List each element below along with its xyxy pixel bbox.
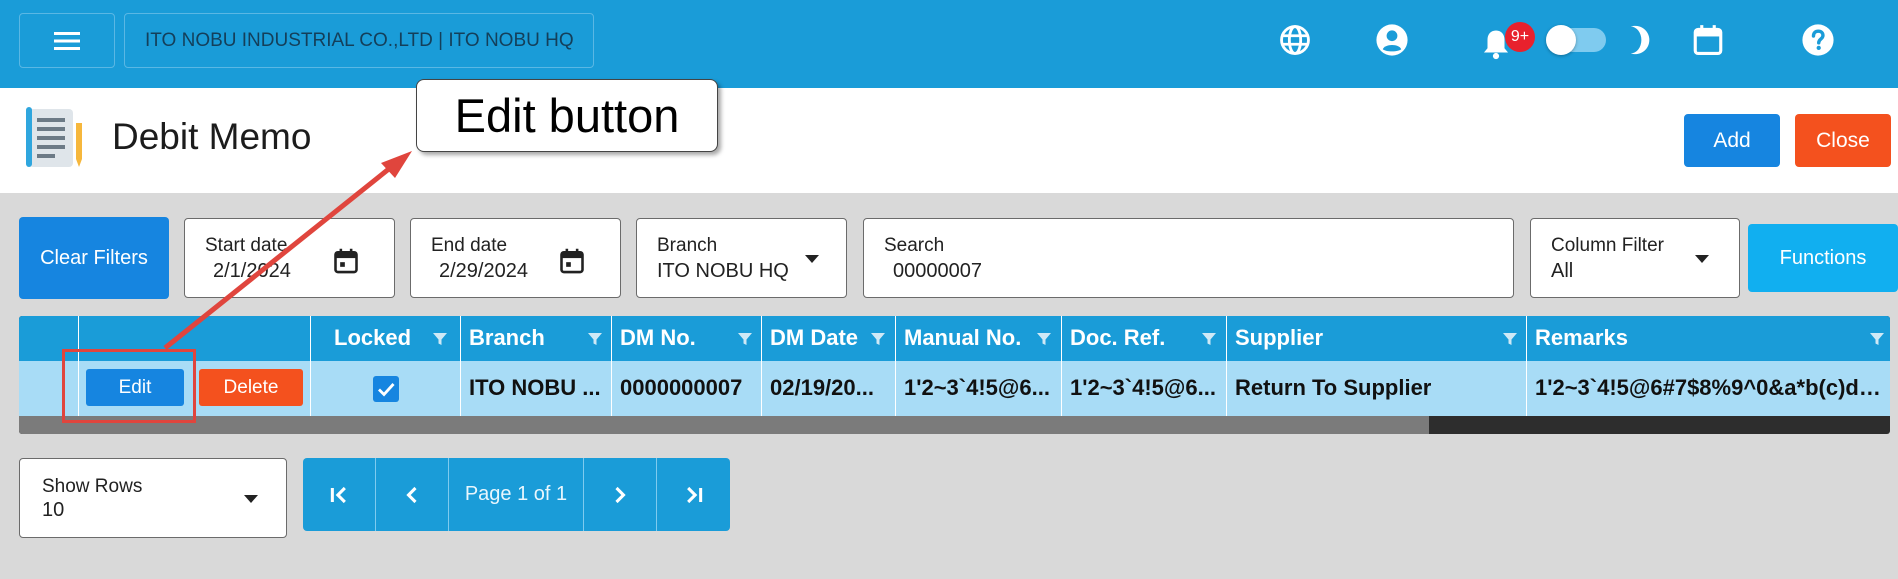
filter-icon[interactable]: [587, 331, 603, 347]
calendar-icon[interactable]: [332, 247, 360, 275]
table-header: Locked Branch DM No. DM Date Manual No. …: [19, 316, 1890, 361]
locked-checkbox[interactable]: [373, 376, 399, 402]
show-rows-value: 10: [42, 499, 65, 521]
clear-filters-button[interactable]: Clear Filters: [19, 217, 169, 299]
row-remarks-cell: 1'2~3`4!5@6#7$8%9^0&a*b(c)d_...: [1535, 375, 1887, 400]
next-page-button[interactable]: [584, 458, 657, 531]
filter-icon[interactable]: [870, 331, 886, 347]
toggle-knob: [1546, 25, 1576, 55]
close-button[interactable]: Close: [1795, 114, 1891, 167]
company-name: ITO NOBU INDUSTRIAL CO.,LTD | ITO NOBU H…: [145, 29, 574, 51]
help-icon: [1802, 24, 1834, 56]
show-rows-label: Show Rows: [42, 476, 143, 497]
theme-toggle[interactable]: [1546, 25, 1606, 55]
page-indicator: Page 1 of 1: [449, 458, 584, 531]
globe-icon: [1280, 25, 1310, 55]
last-page-button[interactable]: [657, 458, 730, 531]
edit-button[interactable]: Edit: [86, 369, 184, 406]
first-page-button[interactable]: [303, 458, 376, 531]
filter-icon[interactable]: [1201, 331, 1217, 347]
branch-label: Branch: [657, 235, 718, 256]
debit-memo-table: Locked Branch DM No. DM Date Manual No. …: [19, 316, 1890, 434]
chevron-down-icon: [805, 255, 819, 263]
row-dm-date-cell: 02/19/20...: [762, 361, 896, 416]
company-branch-display[interactable]: ITO NOBU INDUSTRIAL CO.,LTD | ITO NOBU H…: [124, 13, 594, 68]
account-button[interactable]: [1372, 20, 1412, 60]
filter-icon[interactable]: [1869, 331, 1885, 347]
row-branch-cell: ITO NOBU ...: [461, 361, 612, 416]
callout-label: Edit button: [416, 79, 718, 152]
filter-icon[interactable]: [1502, 331, 1518, 347]
end-date-field[interactable]: End date 2/29/2024: [410, 218, 621, 298]
page-label: Page 1 of 1: [464, 483, 568, 505]
calendar-icon: [1693, 25, 1723, 56]
last-page-icon: [686, 486, 702, 503]
header-cell-remarks[interactable]: Remarks: [1527, 316, 1890, 361]
header-cell-dm-date[interactable]: DM Date: [762, 316, 896, 361]
branch-value: ITO NOBU HQ: [657, 260, 789, 282]
row-doc-ref-cell: 1'2~3`4!5@6...: [1062, 361, 1227, 416]
row-dm-no-cell: 0000000007: [612, 361, 762, 416]
document-icon: [26, 107, 82, 167]
dark-mode-indicator: [1615, 20, 1655, 60]
previous-page-button[interactable]: [376, 458, 449, 531]
top-bar: ITO NOBU INDUSTRIAL CO.,LTD | ITO NOBU H…: [0, 0, 1898, 88]
header-cell-manual-no[interactable]: Manual No.: [896, 316, 1062, 361]
header-cell-select: [19, 316, 79, 361]
moon-icon: [1630, 25, 1650, 55]
column-filter-select[interactable]: Column Filter All: [1530, 218, 1740, 298]
help-button[interactable]: [1798, 20, 1838, 60]
add-button[interactable]: Add: [1684, 114, 1780, 167]
header-cell-dm-no[interactable]: DM No.: [612, 316, 762, 361]
filter-icon[interactable]: [737, 331, 753, 347]
language-button[interactable]: [1275, 20, 1315, 60]
column-filter-value: All: [1551, 260, 1574, 282]
start-date-label: Start date: [205, 235, 288, 256]
start-date-field[interactable]: Start date 2/1/2024: [184, 218, 395, 298]
check-icon: [378, 383, 395, 397]
header-cell-supplier[interactable]: Supplier: [1227, 316, 1527, 361]
chevron-right-icon: [615, 486, 626, 503]
functions-button[interactable]: Functions: [1748, 224, 1898, 292]
end-date-label: End date: [431, 235, 508, 256]
end-date-value: 2/29/2024: [439, 260, 528, 282]
filter-icon[interactable]: [432, 331, 448, 347]
chevron-left-icon: [406, 486, 417, 503]
show-rows-select[interactable]: Show Rows 10: [19, 458, 287, 538]
row-manual-no-cell: 1'2~3`4!5@6...: [896, 361, 1062, 416]
menu-icon: [54, 31, 80, 50]
header-cell-doc-ref[interactable]: Doc. Ref.: [1062, 316, 1227, 361]
notification-badge: 9+: [1505, 22, 1535, 52]
search-field[interactable]: Search 00000007: [863, 218, 1514, 298]
pagination: Page 1 of 1: [303, 458, 730, 531]
start-date-value: 2/1/2024: [213, 260, 291, 282]
calendar-icon[interactable]: [558, 247, 586, 275]
table-row[interactable]: ITO NOBU ... 0000000007 02/19/20... 1'2~…: [19, 361, 1890, 416]
search-label: Search: [884, 235, 945, 256]
horizontal-scrollbar[interactable]: [19, 416, 1429, 434]
column-filter-label: Column Filter: [1551, 235, 1664, 256]
search-input[interactable]: 00000007: [893, 260, 982, 283]
chevron-down-icon: [244, 495, 258, 503]
header-cell-locked[interactable]: Locked: [311, 316, 461, 361]
first-page-icon: [330, 486, 346, 503]
delete-button[interactable]: Delete: [199, 369, 303, 406]
branch-select[interactable]: Branch ITO NOBU HQ: [636, 218, 847, 298]
row-supplier-cell: Return To Supplier: [1227, 361, 1527, 416]
row-select-cell[interactable]: [19, 361, 79, 416]
page-title: Debit Memo: [112, 116, 312, 157]
header-cell-branch[interactable]: Branch: [461, 316, 612, 361]
header-cell-actions: [79, 316, 311, 361]
chevron-down-icon: [1695, 255, 1709, 263]
calendar-button[interactable]: [1688, 20, 1728, 60]
account-icon: [1376, 24, 1408, 56]
menu-button[interactable]: [19, 13, 115, 68]
filter-icon[interactable]: [1036, 331, 1052, 347]
